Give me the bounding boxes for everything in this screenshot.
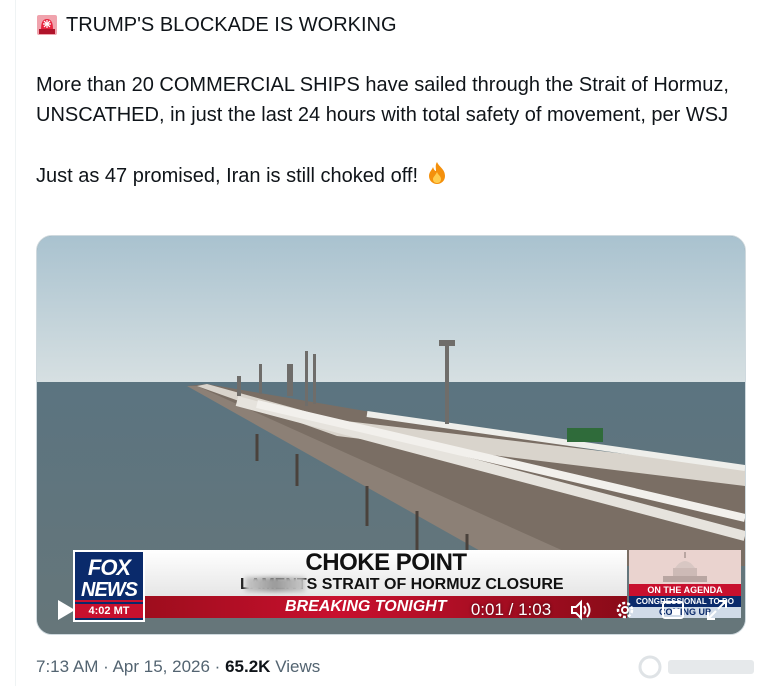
meta-separator: · [214,657,221,676]
views-count: 65.2K [225,657,271,676]
picture-in-picture-icon[interactable] [661,598,685,622]
tweet-paragraph-2: Just as 47 promised, Iran is still choke… [36,165,419,187]
fullscreen-icon[interactable] [705,598,729,622]
thread-divider [15,0,16,686]
volume-icon[interactable] [569,598,593,622]
settings-icon[interactable] [613,598,637,622]
meta-separator: · [103,657,109,676]
video-time: 0:01 / 1:03 [470,600,552,619]
network-line-1: FOX [87,555,131,580]
video-player[interactable]: FOX NEWS 4:02 MT CHOKE POINT LAMENTS STR… [36,235,746,635]
tweet-time[interactable]: 7:13 AM [36,657,98,676]
views-label: Views [275,657,321,676]
video-controls: 0:01 / 1:03 [37,588,745,634]
rotating-light-icon [36,14,58,36]
capitol-icon [663,552,707,582]
watermark-logo [638,655,754,679]
play-icon[interactable] [55,598,77,622]
chyron-title: CHOKE POINT [305,549,467,576]
tweet-body: TRUMP'S BLOCKADE IS WORKING More than 20… [36,10,736,191]
tweet-date[interactable]: Apr 15, 2026 [113,657,210,676]
tweet-paragraph-1: More than 20 COMMERCIAL SHIPS have saile… [36,74,729,126]
fire-icon [424,160,450,186]
tweet-headline: TRUMP'S BLOCKADE IS WORKING [66,14,397,36]
tweet-meta: 7:13 AM · Apr 15, 2026 · 65.2K Views [36,656,320,678]
